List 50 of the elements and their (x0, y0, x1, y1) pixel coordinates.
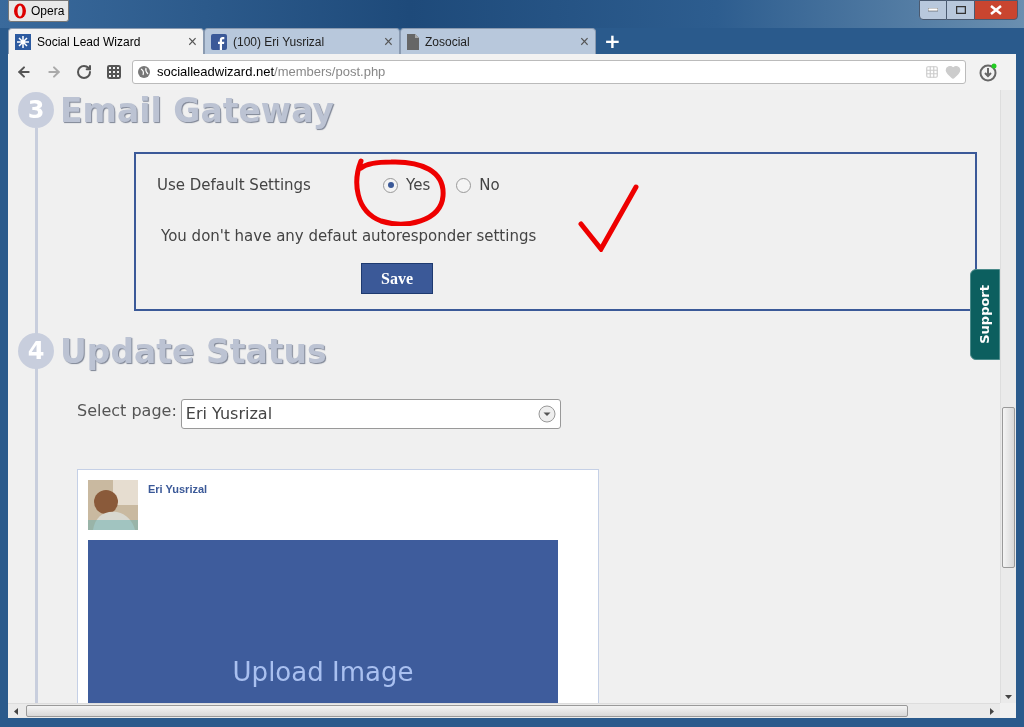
url-text: socialleadwizard.net/members/post.php (157, 63, 387, 82)
minimize-icon (928, 8, 938, 12)
tab-close-button[interactable]: × (579, 33, 589, 50)
close-icon (990, 5, 1002, 15)
browser-tab[interactable]: Zosocial × (400, 28, 596, 54)
document-icon (407, 33, 419, 50)
download-icon[interactable] (978, 62, 998, 82)
tab-close-button[interactable]: × (187, 33, 197, 50)
tab-close-button[interactable]: × (383, 33, 393, 50)
facebook-icon (211, 33, 227, 50)
browser-tab[interactable]: Social Lead Wizard × (8, 28, 204, 54)
close-button[interactable] (974, 0, 1018, 20)
scroll-left-icon[interactable] (14, 708, 18, 715)
save-button[interactable]: Save (361, 263, 433, 294)
horizontal-scrollbar[interactable] (8, 703, 1000, 718)
radio-label: Yes (406, 175, 431, 196)
upload-image-area[interactable]: Upload Image (88, 540, 558, 703)
sparkle-icon (15, 33, 31, 50)
status-message: You don't have any defaut autoresponder settings (161, 225, 538, 247)
reload-icon[interactable] (76, 64, 92, 80)
scroll-right-icon[interactable] (990, 708, 994, 715)
section-title: Email Gateway (60, 93, 335, 127)
tab-title: Social Lead Wizard (37, 33, 142, 51)
browser-tab[interactable]: (100) Eri Yusrizal × (204, 28, 400, 54)
section-title: Update Status (60, 334, 327, 368)
vertical-scrollbar[interactable] (1000, 90, 1016, 703)
back-icon[interactable] (16, 64, 32, 80)
radio-button[interactable] (456, 177, 472, 193)
select-label: Select page: (77, 400, 177, 422)
scrollbar-thumb[interactable] (26, 705, 908, 717)
scroll-down-icon[interactable] (1005, 695, 1012, 699)
speed-dial-icon[interactable] (106, 64, 122, 80)
maximize-icon (955, 6, 966, 14)
page-select[interactable]: Eri Yusrizal (180, 399, 561, 429)
setting-label: Use Default Settings (157, 175, 312, 196)
tab-title: (100) Eri Yusrizal (233, 33, 326, 51)
radio-button[interactable] (383, 177, 398, 193)
check-mark-annotation (578, 184, 640, 252)
scrollbar-thumb[interactable] (1002, 407, 1015, 568)
maximize-button[interactable] (947, 0, 974, 20)
new-tab-button[interactable]: + (604, 31, 621, 51)
opera-menu-button[interactable]: Opera (8, 0, 70, 22)
globe-icon (137, 65, 151, 79)
dropdown-icon (537, 405, 556, 423)
support-tab[interactable]: Support (970, 269, 1000, 360)
minimize-button[interactable] (919, 0, 947, 20)
author-name: Eri Yusrizal (148, 482, 208, 497)
radio-label: No (479, 175, 500, 196)
opera-logo-icon (13, 3, 27, 19)
tab-title: Zosocial (425, 33, 471, 51)
